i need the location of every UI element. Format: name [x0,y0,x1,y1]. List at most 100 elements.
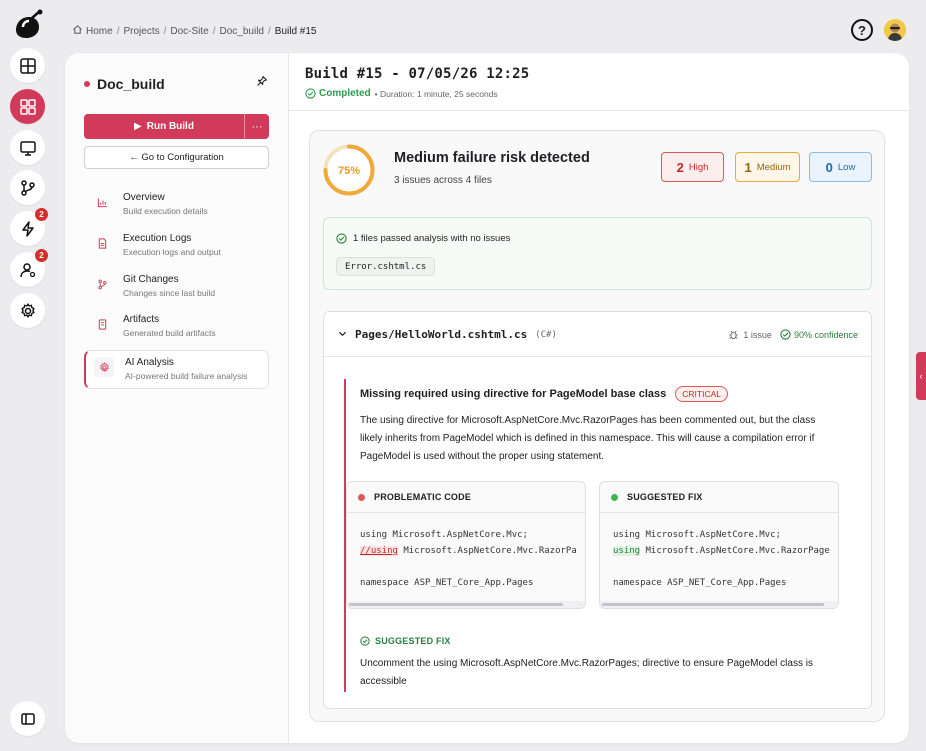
lightning-icon [21,220,34,237]
layout-icon [19,57,36,74]
suggested-fix-code-label: SUGGESTED FIX [627,492,703,502]
confidence-text: 90% confidence [793,329,858,340]
user-gear-icon [19,262,35,277]
file-header[interactable]: Pages/HelloWorld.cshtml.cs (C#) 1 issue … [324,312,871,357]
issue-block: Missing required using directive for Pag… [344,379,854,692]
breadcrumb-home[interactable]: Home [86,26,113,37]
code-highlight-added: using [613,546,641,556]
code-highlight-removed: //using [360,546,398,556]
run-options-button[interactable]: ··· [244,114,269,139]
severity-badge: CRITICAL [675,386,728,402]
severity-medium-label: Medium [756,161,791,173]
file-meta: 1 issue 90% confidence [728,329,858,340]
sidebar-item-label: Artifacts [123,314,160,325]
code-line: Microsoft.AspNetCore.Mvc.RazorPa [397,546,577,556]
horizontal-scrollbar[interactable] [347,601,585,608]
suggested-fix-heading: SUGGESTED FIX [360,636,451,646]
rail-users-button[interactable]: 2 [10,249,48,287]
monitor-icon [19,140,36,156]
pipeline-name: Doc_build [97,76,165,92]
avatar[interactable] [884,19,906,41]
chart-icon [92,192,112,212]
risk-title: Medium failure risk detected [394,150,590,166]
users-badge: 2 [35,249,48,262]
severity-low-badge[interactable]: 0 Low [809,152,872,182]
sidebar-item-ai-analysis[interactable]: AI Analysis AI-powered build failure ana… [84,350,269,389]
breadcrumb-current: Build #15 [274,25,317,37]
breadcrumb-doc-build[interactable]: Doc_build [220,26,264,37]
toggle-sidebar-button[interactable] [10,701,45,736]
gear-icon [20,302,35,318]
problematic-code-box: PROBLEMATIC CODE using Microsoft.AspNetC… [346,481,586,609]
rail-settings-button[interactable] [10,293,45,328]
sidebar-item-overview[interactable]: Overview Build execution details [84,186,269,225]
code-line: using Microsoft.AspNetCore.Mvc; [613,530,781,540]
sidebar-item-artifacts[interactable]: Artifacts Generated build artifacts [84,308,269,347]
go-to-configuration-button[interactable]: ← Go to Configuration [84,146,269,169]
rail-dashboard-button[interactable] [10,48,45,83]
help-icon[interactable]: ? [851,19,873,41]
run-build-group: ▶ Run Build ··· [84,114,269,139]
home-icon [72,24,83,38]
rail-monitor-button[interactable] [10,130,45,165]
severity-medium-count: 1 [744,159,752,175]
collapse-panel-tab[interactable]: ‹ [916,352,926,400]
issue-title: Missing required using directive for Pag… [360,388,667,400]
sidebar-item-sub: Build execution details [123,206,208,216]
git-branch-icon [20,179,35,196]
suggested-fix-heading-text: SUGGESTED FIX [375,636,451,646]
severity-high-count: 2 [676,159,684,175]
suggested-fix-text: Uncomment the using Microsoft.AspNetCore… [360,658,813,687]
chevron-left-icon: ‹ [919,371,923,381]
rail-apps-button[interactable] [10,89,45,124]
document-icon [92,233,112,253]
git-branch-icon [92,274,112,294]
header-divider [289,110,909,111]
build-content: Build #15 - 07/05/26 12:25 Completed • D… [289,53,909,743]
gear-icon [94,357,114,377]
file-issue-card: Pages/HelloWorld.cshtml.cs (C#) 1 issue … [323,311,872,709]
sidebar-item-label: AI Analysis [125,357,174,368]
scrollbar-thumb[interactable] [602,603,824,606]
rail-git-button[interactable] [10,170,45,205]
horizontal-scrollbar[interactable] [600,601,838,608]
sidebar-item-sub: Changes since last build [123,288,216,298]
breadcrumb-projects[interactable]: Projects [123,26,159,37]
sidebar-item-label: Execution Logs [123,233,192,244]
problematic-code-label: PROBLEMATIC CODE [374,492,472,502]
rail-events-button[interactable]: 2 [10,208,48,246]
breadcrumb: Home / Projects / Doc-Site / Doc_build /… [72,24,316,38]
app-logo-icon[interactable] [10,8,44,42]
grid-icon [19,98,36,115]
code-line: namespace ASP_NET_Core_App.Pages [360,578,534,588]
problematic-code-header: PROBLEMATIC CODE [347,482,585,513]
sidebar-item-git-changes[interactable]: Git Changes Changes since last build [84,268,269,307]
chevron-down-icon[interactable] [338,329,347,341]
file-language: (C#) [535,329,557,340]
issue-count: 1 issue [728,329,772,340]
issue-title-row: Missing required using directive for Pag… [360,386,728,402]
sidebar-item-label: Overview [123,192,165,203]
sidebar-item-execution-logs[interactable]: Execution Logs Execution logs and output [84,227,269,266]
check-circle-icon [305,88,316,99]
severity-high-badge[interactable]: 2 High [661,152,724,182]
bug-icon [729,330,739,340]
breadcrumb-doc-site[interactable]: Doc-Site [170,26,208,37]
pin-icon[interactable] [256,75,268,90]
check-circle-icon [336,233,347,244]
left-rail: 2 2 [0,0,54,751]
scrollbar-thumb[interactable] [349,603,563,606]
file-icon [92,314,112,334]
passed-file-chip[interactable]: Error.cshtml.cs [336,257,436,276]
red-dot-icon [358,493,365,501]
duration-text: • Duration: 1 minute, 25 seconds [374,88,498,99]
sidebar-toggle-icon [20,712,35,725]
breadcrumb-separator: / [116,25,120,37]
main-shell: Doc_build ▶ Run Build ··· ← Go to Config… [65,53,909,743]
run-build-button[interactable]: ▶ Run Build [84,114,244,139]
severity-medium-badge[interactable]: 1 Medium [735,152,800,182]
code-line: Microsoft.AspNetCore.Mvc.RazorPage [640,546,830,556]
status-text: Completed [319,88,371,99]
code-line: using Microsoft.AspNetCore.Mvc; [360,530,528,540]
sidebar-item-sub: Generated build artifacts [123,328,216,338]
